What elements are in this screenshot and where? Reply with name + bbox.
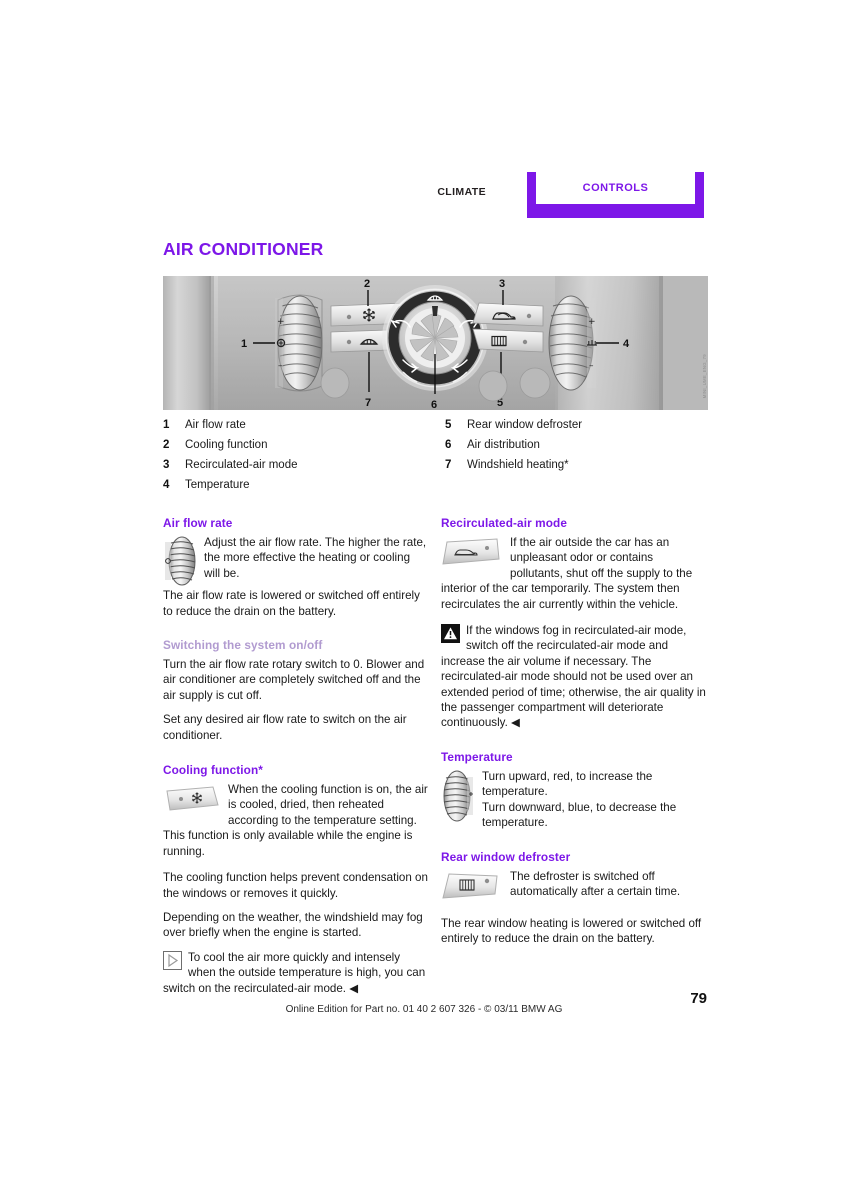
text-switching-p2: Set any desired air flow rate to switch … bbox=[163, 713, 407, 742]
svg-text:3: 3 bbox=[499, 278, 505, 290]
text-recirculated-warning: If the windows fog in recirculated-air m… bbox=[441, 624, 706, 730]
block-cooling-function: When the cooling function is on, the air… bbox=[163, 782, 428, 859]
rotary-knob-icon bbox=[163, 536, 197, 586]
legend-label: Cooling function bbox=[185, 439, 268, 451]
svg-text:4: 4 bbox=[623, 338, 630, 350]
heading-cooling-function: Cooling function* bbox=[163, 763, 263, 778]
heading-recirculated-air: Recirculated-air mode bbox=[441, 516, 568, 530]
block-air-flow-rate: Adjust the air flow rate. The higher the… bbox=[163, 535, 428, 619]
chapter-tab-label: CONTROLS bbox=[582, 182, 649, 194]
svg-text:+: + bbox=[277, 317, 285, 327]
heading-air-flow-rate: Air flow rate bbox=[163, 516, 233, 530]
svg-text:6: 6 bbox=[431, 399, 437, 410]
legend-number: 5 bbox=[445, 419, 452, 431]
legend-number: 6 bbox=[445, 439, 452, 451]
legend-column-right: 5 Rear window defroster 6 Air distributi… bbox=[445, 419, 708, 499]
legend-item: 2 Cooling function bbox=[163, 439, 445, 459]
air-flow-rate-knob: + – bbox=[275, 294, 323, 392]
chapter-tab: CONTROLS bbox=[527, 172, 704, 218]
legend-label: Temperature bbox=[185, 479, 250, 491]
legend-item: 7 Windshield heating* bbox=[445, 459, 708, 479]
legend-column-left: 1 Air flow rate 2 Cooling function 3 Rec… bbox=[163, 419, 445, 499]
block-cooling-note: To cool the air more quickly and intense… bbox=[163, 950, 428, 996]
heading-rear-window-defroster: Rear window defroster bbox=[441, 849, 571, 864]
text-air-flow-rate-p1: Adjust the air flow rate. The higher the… bbox=[204, 536, 427, 580]
legend-item: 6 Air distribution bbox=[445, 439, 708, 459]
text-cooling-p2: The cooling function helps prevent conde… bbox=[163, 871, 428, 900]
legend-label: Rear window defroster bbox=[467, 419, 583, 431]
heading-switching-system: Switching the system on/off bbox=[163, 638, 323, 653]
legend-number: 3 bbox=[163, 459, 170, 471]
legend-number: 7 bbox=[445, 459, 452, 471]
temperature-knob: + – bbox=[548, 295, 597, 391]
legend-item: 5 Rear window defroster bbox=[445, 419, 708, 439]
text-temperature-p2: Turn downward, blue, to decrease the tem… bbox=[482, 800, 677, 830]
climate-panel-illustration: + – 1 2 7 6 3 5 + – 4 bbox=[163, 276, 708, 410]
legend-label: Air flow rate bbox=[185, 419, 246, 431]
temperature-knob-icon bbox=[441, 770, 475, 822]
legend-label: Air distribution bbox=[467, 439, 540, 451]
legend-number: 1 bbox=[163, 419, 170, 431]
recirculated-air-button bbox=[472, 302, 544, 327]
svg-text:–: – bbox=[589, 361, 594, 371]
recirculated-air-button-icon bbox=[441, 536, 503, 570]
svg-text:2: 2 bbox=[364, 278, 370, 290]
legend-item: 1 Air flow rate bbox=[163, 419, 445, 439]
text-cooling-note: To cool the air more quickly and intense… bbox=[163, 950, 426, 995]
block-temperature: Turn upward, red, to increase the temper… bbox=[441, 769, 709, 831]
block-rear-window-defroster: The defroster is switched off automatica… bbox=[441, 869, 709, 905]
rear-window-defroster-button bbox=[472, 328, 544, 353]
page-title: AIR CONDITIONER bbox=[163, 239, 324, 259]
block-recirculated-warning: If the windows fog in recirculated-air m… bbox=[441, 623, 709, 731]
section-label: CLIMATE bbox=[437, 186, 486, 198]
page-header: CLIMATE CONTROLS bbox=[163, 172, 708, 220]
legend-number: 2 bbox=[163, 439, 170, 451]
legend-label: Windshield heating* bbox=[467, 459, 569, 471]
legend-item: 3 Recirculated-air mode bbox=[163, 459, 445, 479]
legend-number: 4 bbox=[163, 479, 170, 491]
text-cooling-p3: Depending on the weather, the windshield… bbox=[163, 910, 423, 940]
block-recirculated-air: If the air outside the car has an unplea… bbox=[441, 535, 709, 612]
heading-temperature: Temperature bbox=[441, 749, 513, 764]
footer-text: Online Edition for Part no. 01 40 2 607 … bbox=[285, 1004, 563, 1015]
rear-defroster-button-icon bbox=[441, 870, 503, 904]
text-defroster-p2: The rear window heating is lowered or sw… bbox=[441, 916, 702, 945]
text-temperature-p1: Turn upward, red, to increase the temper… bbox=[482, 769, 653, 799]
legend-label: Recirculated-air mode bbox=[185, 459, 298, 471]
text-switching-p1: Turn the air flow rate rotary switch to … bbox=[163, 658, 425, 702]
note-triangle-icon bbox=[163, 950, 182, 970]
text-air-flow-rate-p2: The air flow rate is lowered or switched… bbox=[163, 589, 420, 618]
content-column-left: Air flow rate Adjust the air flow rate. … bbox=[163, 516, 428, 996]
legend-item: 4 Temperature bbox=[163, 479, 445, 499]
cooling-button-icon bbox=[163, 783, 221, 815]
svg-text:+: + bbox=[588, 317, 596, 327]
warning-triangle-icon bbox=[441, 624, 460, 644]
svg-text:–: – bbox=[278, 361, 283, 371]
content-column-right: Recirculated-air mode If the air outside… bbox=[441, 516, 709, 946]
svg-text:1: 1 bbox=[241, 338, 247, 350]
figure-caption: MINI_UME_ENG_79 bbox=[702, 354, 707, 399]
climate-control-panel-figure: + – 1 2 7 6 3 5 + – 4 MINI_UME_ENG_79 bbox=[163, 276, 708, 410]
svg-text:7: 7 bbox=[365, 397, 371, 409]
figure-legend: 1 Air flow rate 2 Cooling function 3 Rec… bbox=[163, 419, 708, 499]
